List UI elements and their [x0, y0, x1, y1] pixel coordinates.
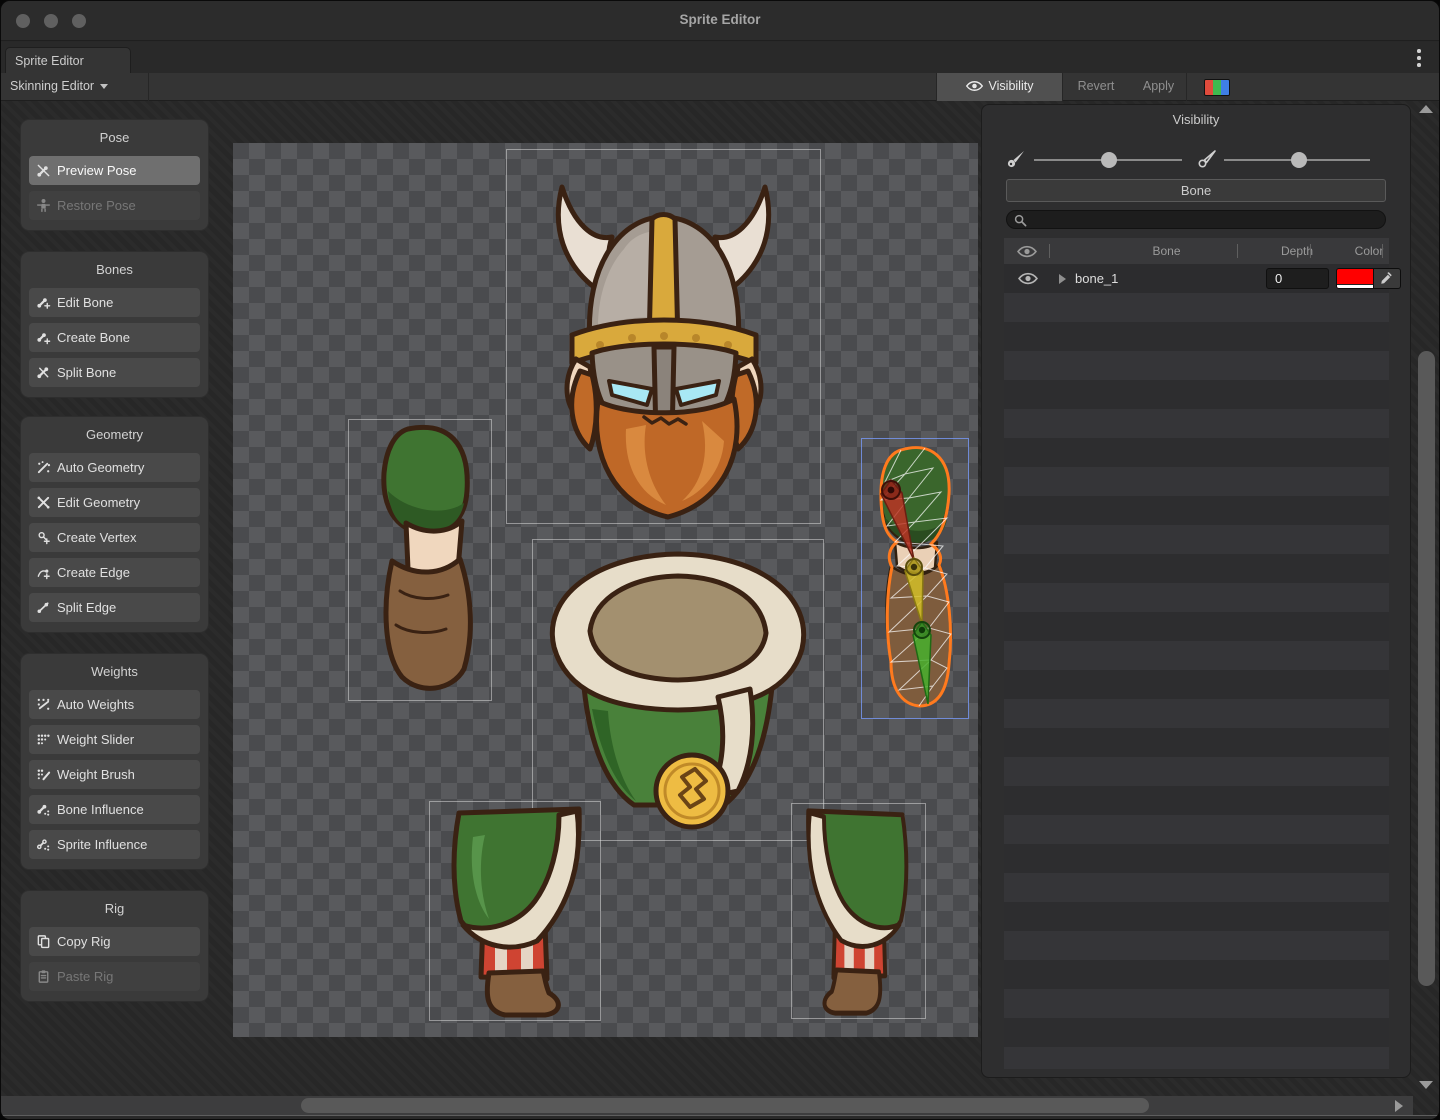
search-input[interactable] [1031, 211, 1379, 228]
disclosure-triangle-icon[interactable] [1059, 274, 1066, 284]
sprite-leg-left[interactable] [429, 801, 601, 1021]
bone-depth-input[interactable] [1266, 268, 1329, 289]
eye-column-icon[interactable] [1016, 245, 1038, 258]
visibility-panel: Visibility Bone Bone Depth [981, 104, 1411, 1078]
vertical-scrollbar[interactable] [1413, 101, 1440, 1120]
section-title-bones: Bones [21, 260, 208, 280]
figure-icon [36, 198, 51, 213]
bone-preview-icon [36, 163, 51, 178]
split-bone-icon [36, 365, 51, 380]
auto-weights-icon [36, 697, 51, 712]
auto-geometry-button[interactable]: Auto Geometry [29, 453, 200, 482]
tab-sprite-editor[interactable]: Sprite Editor [5, 47, 131, 74]
titlebar: Sprite Editor [1, 1, 1439, 41]
bone-list-empty-rows [1004, 293, 1389, 1069]
sprite-editor-window: Sprite Editor Sprite Editor Skinning Edi… [0, 0, 1440, 1120]
column-header-depth: Depth [1259, 238, 1335, 264]
create-bone-icon [36, 330, 51, 345]
create-edge-button[interactable]: Create Edge [29, 558, 200, 587]
tab-bar: Sprite Editor [1, 42, 1439, 73]
auto-geometry-icon [36, 460, 51, 475]
weights-section: Weights Auto Weights Weight Slider Weigh… [20, 653, 209, 870]
sprite-influence-icon [36, 837, 51, 852]
section-title-geometry: Geometry [21, 425, 208, 445]
split-bone-button[interactable]: Split Bone [29, 358, 200, 387]
sprite-canvas[interactable] [233, 143, 978, 1037]
scroll-down-arrow-icon[interactable] [1419, 1081, 1433, 1089]
horizontal-scrollbar-thumb[interactable] [301, 1098, 1149, 1113]
split-edge-icon [36, 600, 51, 615]
section-title-rig: Rig [21, 899, 208, 919]
weight-slider-icon [36, 732, 51, 747]
rig-section: Rig Copy Rig Paste Rig [20, 890, 209, 1002]
sprite-torso[interactable] [532, 539, 824, 841]
split-edge-button[interactable]: Split Edge [29, 593, 200, 622]
scroll-up-arrow-icon[interactable] [1419, 105, 1433, 113]
alpha-bar [1337, 284, 1373, 288]
visibility-eye-toggle[interactable] [1017, 272, 1039, 285]
mesh-opacity-slider-knob[interactable] [1291, 152, 1307, 168]
sprite-influence-button[interactable]: Sprite Influence [29, 830, 200, 859]
section-title-pose: Pose [21, 128, 208, 148]
bone-row-bone_1[interactable]: bone_1 [1004, 264, 1389, 293]
kebab-menu-icon[interactable] [1413, 49, 1425, 67]
auto-weights-button[interactable]: Auto Weights [29, 690, 200, 719]
bone-name: bone_1 [1075, 264, 1118, 293]
apply-button[interactable]: Apply [1131, 73, 1187, 101]
restore-pose-button[interactable]: Restore Pose [29, 191, 200, 220]
bone-opacity-slider-knob[interactable] [1101, 152, 1117, 168]
eye-icon [966, 80, 983, 92]
toolbar: Skinning Editor Visibility Revert Apply [1, 73, 1439, 101]
create-edge-icon [36, 565, 51, 580]
section-title-weights: Weights [21, 662, 208, 682]
geometry-section: Geometry Auto Geometry Edit Geometry Cre… [20, 416, 209, 633]
sprite-viking-head[interactable] [506, 149, 821, 524]
create-bone-button[interactable]: Create Bone [29, 323, 200, 352]
weight-brush-icon [36, 767, 51, 782]
eyedropper-button[interactable] [1374, 268, 1401, 289]
bone-influence-button[interactable]: Bone Influence [29, 795, 200, 824]
bone-table-header: Bone Depth Color [1004, 238, 1389, 264]
chevron-down-icon [100, 84, 108, 89]
bone-search-field[interactable] [1006, 210, 1386, 229]
search-icon [1014, 214, 1027, 227]
vertical-scrollbar-thumb[interactable] [1418, 351, 1435, 986]
visibility-toggle-button[interactable]: Visibility [936, 73, 1063, 101]
copy-icon [36, 934, 51, 949]
color-swatch-icon[interactable] [1204, 79, 1230, 96]
paste-icon [36, 969, 51, 984]
weight-slider-button[interactable]: Weight Slider [29, 725, 200, 754]
workspace: Pose Preview Pose Restore Pose Bones Edi… [1, 101, 1440, 1120]
sprite-leg-right[interactable] [791, 803, 926, 1019]
edit-bone-icon [36, 295, 51, 310]
scroll-right-arrow-icon[interactable] [1395, 1100, 1403, 1112]
bone-filled-icon [1006, 149, 1026, 169]
paste-rig-button[interactable]: Paste Rig [29, 962, 200, 991]
sprite-arm-left[interactable] [348, 419, 492, 701]
weight-brush-button[interactable]: Weight Brush [29, 760, 200, 789]
copy-rig-button[interactable]: Copy Rig [29, 927, 200, 956]
visibility-panel-title: Visibility [982, 112, 1410, 127]
column-header-color: Color [1334, 238, 1404, 264]
create-vertex-button[interactable]: Create Vertex [29, 523, 200, 552]
revert-button[interactable]: Revert [1065, 73, 1127, 101]
sprite-arm-right-selected[interactable] [861, 438, 969, 719]
preview-pose-button[interactable]: Preview Pose [29, 156, 200, 185]
pose-section: Pose Preview Pose Restore Pose [20, 119, 209, 231]
bone-influence-icon [36, 802, 51, 817]
horizontal-scrollbar[interactable] [1, 1096, 1413, 1115]
bone-color-swatch[interactable] [1336, 268, 1374, 289]
create-vertex-icon [36, 530, 51, 545]
tab-bone[interactable]: Bone [1006, 179, 1386, 202]
bones-section: Bones Edit Bone Create Bone Split Bone [20, 251, 209, 398]
window-bottom-edge [1, 1115, 1440, 1120]
bone-outline-icon [1197, 149, 1217, 169]
window-title: Sprite Editor [1, 12, 1439, 27]
column-header-bone: Bone [1124, 238, 1209, 264]
skinning-editor-dropdown[interactable]: Skinning Editor [1, 73, 149, 101]
edit-geometry-icon [36, 495, 51, 510]
edit-geometry-button[interactable]: Edit Geometry [29, 488, 200, 517]
eyedropper-icon [1379, 272, 1393, 286]
edit-bone-button[interactable]: Edit Bone [29, 288, 200, 317]
